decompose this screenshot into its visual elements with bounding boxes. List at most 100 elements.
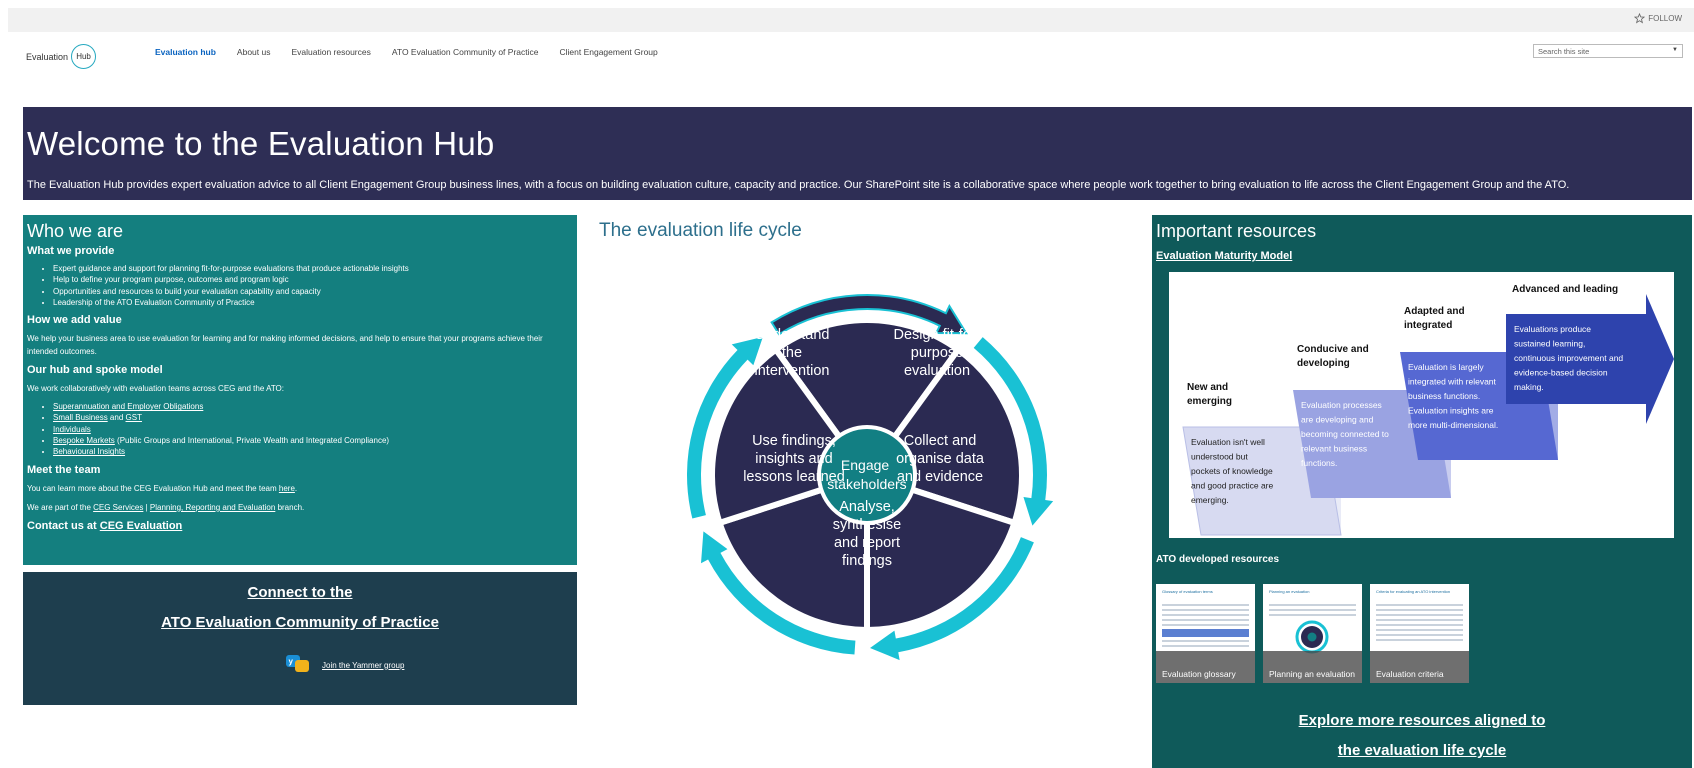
ceg-services-link[interactable]: CEG Services xyxy=(93,503,143,512)
chevron-down-icon[interactable]: ▼ xyxy=(1672,47,1678,53)
maturity-model-diagram[interactable]: New and emerging Evaluation isn't well unde… xyxy=(1169,272,1674,538)
stage-title: Conducive and developing xyxy=(1297,344,1369,369)
nav-client-engagement-group[interactable]: Client Engagement Group xyxy=(559,47,657,57)
list-item: Leadership of the ATO Evaluation Communi… xyxy=(53,297,573,308)
nav-evaluation-resources[interactable]: Evaluation resources xyxy=(291,47,370,57)
bespoke-markets-link[interactable]: Bespoke Markets xyxy=(53,436,115,445)
list-item: Behavioural Insights xyxy=(53,446,573,457)
hub-links-list: Superannuation and Employer Obligations … xyxy=(27,401,573,457)
stage-text-line: and good practice are xyxy=(1191,481,1273,491)
svg-text:y: y xyxy=(289,657,294,666)
nav-evaluation-hub[interactable]: Evaluation hub xyxy=(155,47,216,57)
important-resources-heading: Important resources xyxy=(1156,221,1317,241)
cycle-label-line: insights and xyxy=(755,451,832,467)
stage-text-line: integrated with relevant xyxy=(1408,377,1497,387)
stage-title-line: Adapted and xyxy=(1404,306,1465,317)
connect-panel: Connect to the ATO Evaluation Community … xyxy=(23,572,577,705)
stage-text-line: Evaluation isn't well xyxy=(1191,437,1265,447)
stage-title: Advanced and leading xyxy=(1512,284,1618,295)
lifecycle-title: The evaluation life cycle xyxy=(599,220,802,241)
thumb-title: Criteria for evaluating an ATO intervent… xyxy=(1376,589,1451,594)
hero-banner: Welcome to the Evaluation Hub The Evalua… xyxy=(23,107,1692,200)
explore-resources-link-line2[interactable]: the evaluation life cycle xyxy=(1152,742,1692,759)
individuals-link[interactable]: Individuals xyxy=(53,425,91,434)
yammer-icon: y xyxy=(286,655,309,672)
contact-line: Contact us at CEG Evaluation xyxy=(27,520,573,532)
team-text: You can learn more about the CEG Evaluat… xyxy=(27,483,277,493)
top-navigation: Evaluation hub About us Evaluation resou… xyxy=(155,47,658,57)
stage-title-line: New and xyxy=(1187,382,1228,393)
stage-text-line: evidence-based decision xyxy=(1514,368,1608,378)
pre-branch-link[interactable]: Planning, Reporting and Evaluation xyxy=(150,503,275,512)
add-value-heading: How we add value xyxy=(27,314,122,327)
stage-text-line: Evaluations produce xyxy=(1514,324,1591,334)
hub-spoke-heading: Our hub and spoke model xyxy=(27,364,163,377)
stage-text-line: relevant business xyxy=(1301,444,1367,454)
cycle-label-line: intervention xyxy=(755,363,830,379)
small-business-link[interactable]: Small Business xyxy=(53,413,108,422)
stage-text-line: Evaluation is largely xyxy=(1408,362,1484,372)
search-input[interactable]: Search this site ▼ xyxy=(1533,44,1683,58)
cycle-label-line: Understand xyxy=(755,327,830,343)
resource-card-caption: Evaluation criteria xyxy=(1370,651,1469,683)
stage-text-line: making. xyxy=(1514,382,1544,392)
stage-text-line: sustained learning, xyxy=(1514,339,1585,349)
cycle-segment-label: Use findings, insights and lessons learned xyxy=(743,433,845,485)
yammer-label: Join the Yammer group xyxy=(322,660,405,670)
behavioural-insights-link[interactable]: Behavioural Insights xyxy=(53,447,125,456)
hub-spoke-text: We work collaboratively with evaluation … xyxy=(27,384,285,394)
logo-ring: Hub xyxy=(71,44,97,69)
list-item: Individuals xyxy=(53,424,573,435)
cycle-label-line: Analyse, xyxy=(839,499,895,515)
stage-title-line: emerging xyxy=(1187,396,1232,407)
add-value-text: We help your business area to use evalua… xyxy=(27,334,543,357)
nav-about-us[interactable]: About us xyxy=(237,47,271,57)
stage-text-line: are developing and xyxy=(1301,415,1374,425)
stage-text-line: becoming connected to xyxy=(1301,429,1389,439)
logo-word: Evaluation xyxy=(26,51,69,62)
who-we-are-panel: Who we are What we provide Expert guidan… xyxy=(23,215,577,565)
cycle-label-line: and evidence xyxy=(897,469,983,485)
stage-title-line: Advanced and leading xyxy=(1512,284,1618,295)
cycle-label-line: and report xyxy=(834,535,900,551)
stage-text-line: functions. xyxy=(1301,458,1337,468)
meet-team-text: You can learn more about the CEG Evaluat… xyxy=(27,482,573,495)
stage-text-line: understood but xyxy=(1191,452,1248,462)
stage-title: Adapted and integrated xyxy=(1404,306,1465,331)
follow-label: FOLLOW xyxy=(1648,14,1682,23)
connect-link-line1[interactable]: Connect to the xyxy=(23,584,577,601)
cycle-label-line: the xyxy=(782,345,802,361)
team-here-link[interactable]: here xyxy=(279,484,295,493)
ato-developed-heading: ATO developed resources xyxy=(1156,554,1280,565)
explore-resources-link-line1[interactable]: Explore more resources aligned to xyxy=(1152,712,1692,729)
stage-title: New and emerging xyxy=(1187,382,1232,407)
resource-card-planning[interactable]: Planning an evaluation Planning an evalu… xyxy=(1263,584,1362,683)
list-item: Small Business and GST xyxy=(53,412,573,423)
stage-text-line: more multi-dimensional. xyxy=(1408,420,1498,430)
yammer-link[interactable]: y Join the Yammer group xyxy=(286,655,404,675)
nav-community-of-practice[interactable]: ATO Evaluation Community of Practice xyxy=(392,47,539,57)
connect-link-line2[interactable]: ATO Evaluation Community of Practice xyxy=(23,614,577,631)
part-end: branch. xyxy=(277,502,305,512)
ceg-evaluation-link[interactable]: CEG Evaluation xyxy=(100,520,183,532)
site-logo[interactable]: Evaluation Hub xyxy=(26,44,97,69)
super-link[interactable]: Superannuation and Employer Obligations xyxy=(53,402,203,411)
resource-card-criteria[interactable]: Criteria for evaluating an ATO intervent… xyxy=(1370,584,1469,683)
cycle-label-line: Design fit-for- xyxy=(893,327,980,343)
list-item: Superannuation and Employer Obligations xyxy=(53,401,573,412)
top-suite-bar: FOLLOW xyxy=(8,8,1694,32)
bespoke-detail: (Public Groups and International, Privat… xyxy=(117,436,390,446)
hero-description: The Evaluation Hub provides expert evalu… xyxy=(27,179,1570,191)
follow-button[interactable]: FOLLOW xyxy=(1634,13,1682,24)
evaluation-lifecycle-diagram: Engage stakeholders Understand the interve… xyxy=(687,294,1054,661)
center-label-line: Engage xyxy=(841,457,889,473)
maturity-model-link[interactable]: Evaluation Maturity Model xyxy=(1156,250,1292,262)
team-end: . xyxy=(294,483,298,493)
who-we-are-heading: Who we are xyxy=(27,221,124,241)
thumb-preview xyxy=(1162,604,1249,650)
cycle-segment-label: Collect and organise data and evidence xyxy=(896,433,985,485)
thumb-preview xyxy=(1376,604,1463,644)
resource-card-glossary[interactable]: Glossary of evaluation terms Evaluation … xyxy=(1156,584,1255,683)
gst-link[interactable]: GST xyxy=(126,413,142,422)
what-we-provide-heading: What we provide xyxy=(27,245,115,257)
